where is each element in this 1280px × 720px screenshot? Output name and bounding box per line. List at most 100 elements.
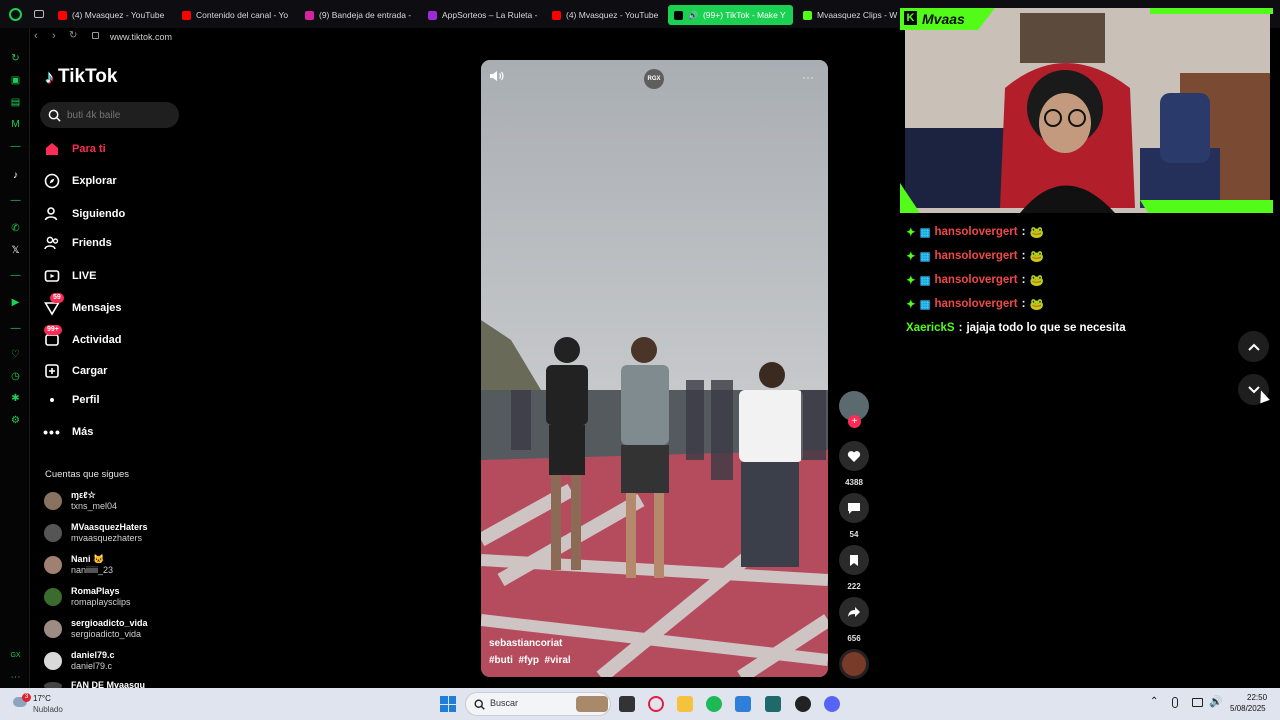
lock-icon: [92, 32, 99, 39]
account-item[interactable]: daniel79.c daniel79.c: [44, 650, 115, 672]
history-icon[interactable]: ↻: [10, 53, 21, 64]
nav-actividad[interactable]: 99+ Actividad: [44, 325, 122, 350]
back-icon[interactable]: ‹: [34, 30, 38, 42]
browser-tab-2[interactable]: Contenido del canal - Yo: [176, 5, 290, 25]
nav-siguiendo[interactable]: Siguiendo: [44, 204, 125, 224]
obs-icon[interactable]: [795, 696, 811, 712]
taskbar-search[interactable]: Buscar: [465, 692, 611, 716]
video-hashtags[interactable]: #buti #fyp #viral: [489, 655, 571, 666]
account-item[interactable]: Nani 🐱 naniiiiii_23: [44, 554, 113, 576]
youtube-icon: [552, 10, 561, 20]
clock-time[interactable]: 22:50: [1247, 693, 1267, 702]
settings-icon[interactable]: ⚙: [10, 415, 21, 426]
webcam-frame: [900, 8, 1273, 213]
tiktok-strip-icon[interactable]: ♪: [10, 170, 21, 181]
music-disc-icon: [839, 649, 869, 679]
creator-avatar-button[interactable]: +: [839, 391, 869, 428]
chat-username[interactable]: hansolovergert: [935, 250, 1018, 262]
video-player[interactable]: RGX ··· sebastiancoriat #buti #fyp #vira…: [481, 60, 828, 677]
stack-icon[interactable]: ▤: [10, 97, 21, 108]
upload-icon: [44, 363, 60, 379]
browser-tab-7[interactable]: Mvaasquez Clips - W: [797, 5, 900, 25]
url-field[interactable]: www.tiktok.com: [110, 32, 172, 42]
reload-icon[interactable]: ↻: [69, 30, 77, 41]
spotify-icon[interactable]: [706, 696, 722, 712]
search-bar[interactable]: [40, 102, 179, 128]
x-twitter-icon[interactable]: 𝕏: [10, 245, 21, 256]
save-count: 222: [847, 582, 861, 591]
friends-icon: [44, 235, 60, 251]
temperature: 17°C: [33, 694, 51, 703]
account-item[interactable]: sergioadicto_vida sergioadicto_vida: [44, 618, 148, 640]
browser-tab-active-tiktok[interactable]: 🔊 (99+) TikTok - Make Y: [668, 5, 793, 25]
bag-icon[interactable]: ▣: [10, 75, 21, 86]
tab-manager-icon[interactable]: [34, 10, 44, 18]
browser-tab-4[interactable]: AppSorteos – La Ruleta -: [422, 5, 538, 25]
microsoft-store-icon[interactable]: [735, 696, 751, 712]
nav-para-ti[interactable]: Para ti: [44, 139, 106, 159]
browser-tab-3[interactable]: (9) Bandeja de entrada -: [299, 5, 414, 25]
display-icon[interactable]: [1192, 698, 1203, 707]
more-dots-icon[interactable]: ⋯: [10, 672, 21, 683]
chat-username[interactable]: hansolovergert: [935, 274, 1018, 286]
browser-tab-1[interactable]: (4) Mvasquez - YouTube: [52, 5, 176, 25]
file-explorer-icon[interactable]: [677, 696, 693, 712]
comment-button[interactable]: 54: [839, 493, 869, 539]
emote-icon: 🐸: [1029, 299, 1044, 311]
nav-label: Friends: [72, 237, 112, 249]
nav-label: Mensajes: [72, 302, 122, 314]
gx-mail-icon[interactable]: M: [10, 119, 21, 130]
search-icon: [48, 109, 61, 122]
player-icon[interactable]: ▶: [10, 297, 21, 308]
nav-cargar[interactable]: Cargar: [44, 361, 107, 381]
nav-live[interactable]: LIVE: [44, 266, 96, 286]
opera-gx-logo-icon[interactable]: [9, 8, 22, 21]
forward-icon[interactable]: ›: [52, 30, 56, 42]
follow-plus-icon[interactable]: +: [848, 415, 861, 428]
nav-mensajes[interactable]: 59 Mensajes: [44, 293, 122, 318]
browser-tab-5[interactable]: (4) Mvasquez - YouTube: [546, 5, 664, 25]
save-button[interactable]: 222: [839, 545, 869, 591]
nav-perfil[interactable]: Perfil: [44, 390, 100, 410]
windows-start-icon[interactable]: [440, 696, 456, 712]
share-button[interactable]: 656: [839, 597, 869, 643]
extensions-icon[interactable]: ✱: [10, 393, 21, 404]
like-button[interactable]: 4388: [839, 441, 869, 487]
chat-username[interactable]: hansolovergert: [935, 298, 1018, 310]
clock-icon[interactable]: ◷: [10, 371, 21, 382]
discord-icon[interactable]: [824, 696, 840, 712]
nav-mas[interactable]: ••• Más: [43, 422, 94, 442]
clock-date[interactable]: 5/08/2025: [1230, 704, 1266, 713]
account-item[interactable]: RomaPlays romaplaysclips: [44, 586, 131, 608]
nav-explorar[interactable]: Explorar: [44, 171, 117, 191]
weather-widget[interactable]: 3 17°C Nublado: [10, 692, 70, 718]
music-disc-button[interactable]: [839, 649, 869, 679]
sub-badge-icon: ▦: [919, 275, 931, 287]
nav-label: Más: [72, 426, 94, 438]
heart-icon[interactable]: ♡: [10, 349, 21, 360]
chat-username[interactable]: hansolovergert: [935, 226, 1018, 238]
chevron-up-tray-icon[interactable]: ⌃: [1150, 696, 1158, 707]
more-options-icon[interactable]: ···: [802, 70, 814, 84]
divider-icon: —: [10, 141, 21, 152]
video-author[interactable]: sebastiancoriat: [489, 638, 562, 649]
volume-icon[interactable]: [489, 69, 505, 83]
tiktok-logo[interactable]: ♪ TikTok: [45, 66, 117, 88]
nav-friends[interactable]: Friends: [44, 233, 112, 253]
gx-corner-icon[interactable]: GX: [10, 650, 21, 661]
whatsapp-icon[interactable]: ✆: [10, 223, 21, 234]
search-input[interactable]: [67, 109, 167, 121]
volume-tray-icon[interactable]: 🔊: [1209, 695, 1223, 708]
account-item[interactable]: ɱεℓ☆ txns_mel04: [44, 490, 117, 512]
stream-chat: ✦ ▦ hansolovergert: 🐸 ✦ ▦ hansolovergert: 🐸 …: [906, 220, 1246, 340]
sub-badge-icon: ▦: [919, 227, 931, 239]
app-icon[interactable]: [765, 696, 781, 712]
chat-colon: :: [1021, 226, 1026, 238]
microphone-icon[interactable]: [1172, 697, 1178, 708]
opera-gx-taskbar-icon[interactable]: [648, 696, 664, 712]
task-view-icon[interactable]: [619, 696, 635, 712]
previous-video-button[interactable]: [1238, 331, 1269, 362]
chat-text: jajaja todo lo que se necesita: [966, 322, 1126, 334]
chat-username[interactable]: XaerickS: [906, 322, 955, 334]
account-item[interactable]: MVaasquezHaters mvaasquezhaters: [44, 522, 148, 544]
